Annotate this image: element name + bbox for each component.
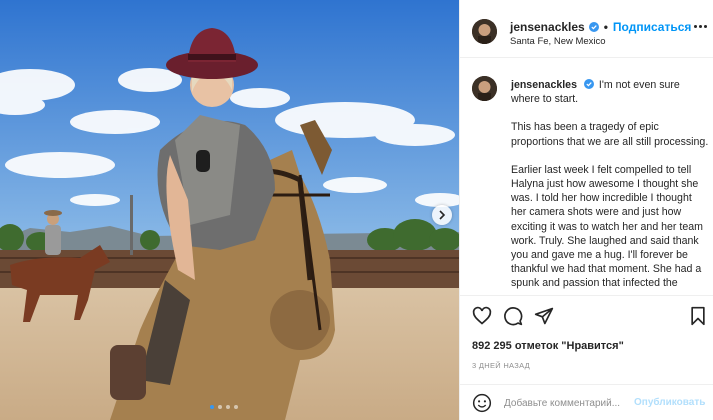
more-options-icon[interactable] [694, 25, 707, 28]
post-side-panel: jensenackles • Подписаться Santa Fe, New… [459, 0, 713, 420]
caption-paragraph-3: Earlier last week I felt compelled to te… [511, 163, 703, 290]
verified-badge-icon [588, 22, 599, 32]
carousel-dot [226, 405, 230, 409]
comment-input[interactable] [504, 394, 632, 412]
author-avatar[interactable] [472, 19, 497, 44]
carousel-dot [234, 405, 238, 409]
caption-section: jensenackles I'm not even sure where to … [460, 58, 713, 296]
carousel-dot [210, 405, 214, 409]
photo-illustration [0, 0, 459, 420]
caption-paragraph: jensenackles I'm not even sure where to … [511, 78, 709, 106]
bookmark-icon[interactable] [689, 306, 707, 331]
carousel-dot [218, 405, 222, 409]
comment-icon[interactable] [503, 306, 523, 331]
header-separator: • [603, 20, 608, 34]
post-photo[interactable] [0, 0, 459, 420]
verified-badge-icon [583, 79, 594, 89]
comment-bar: Опубликовать [460, 384, 713, 420]
caption-username[interactable]: jensenackles [511, 79, 577, 91]
location-link[interactable]: Santa Fe, New Mexico [510, 36, 606, 47]
caption-paragraph-2: This has been a tragedy of epic proporti… [511, 121, 709, 148]
chevron-right-icon [439, 210, 446, 220]
heart-icon[interactable] [472, 306, 492, 331]
header-user-line: jensenackles • Подписаться [510, 20, 691, 34]
emoji-icon[interactable] [472, 393, 492, 418]
avatar-image [472, 76, 497, 101]
carousel-next-button[interactable] [432, 205, 452, 225]
caption-avatar[interactable] [472, 76, 497, 101]
carousel-indicator [210, 405, 238, 409]
author-username[interactable]: jensenackles [510, 20, 585, 34]
caption-text: jensenackles I'm not even sure where to … [511, 78, 709, 295]
post-actions [460, 300, 713, 336]
post-comment-button[interactable]: Опубликовать [634, 397, 705, 408]
likes-count[interactable]: 892 295 отметок "Нравится" [472, 340, 624, 352]
follow-button[interactable]: Подписаться [613, 20, 691, 34]
post-header: jensenackles • Подписаться Santa Fe, New… [460, 0, 713, 58]
post-timestamp[interactable]: 3 ДНЕЙ НАЗАД [472, 361, 530, 370]
share-icon[interactable] [534, 306, 554, 331]
avatar-image [472, 19, 497, 44]
